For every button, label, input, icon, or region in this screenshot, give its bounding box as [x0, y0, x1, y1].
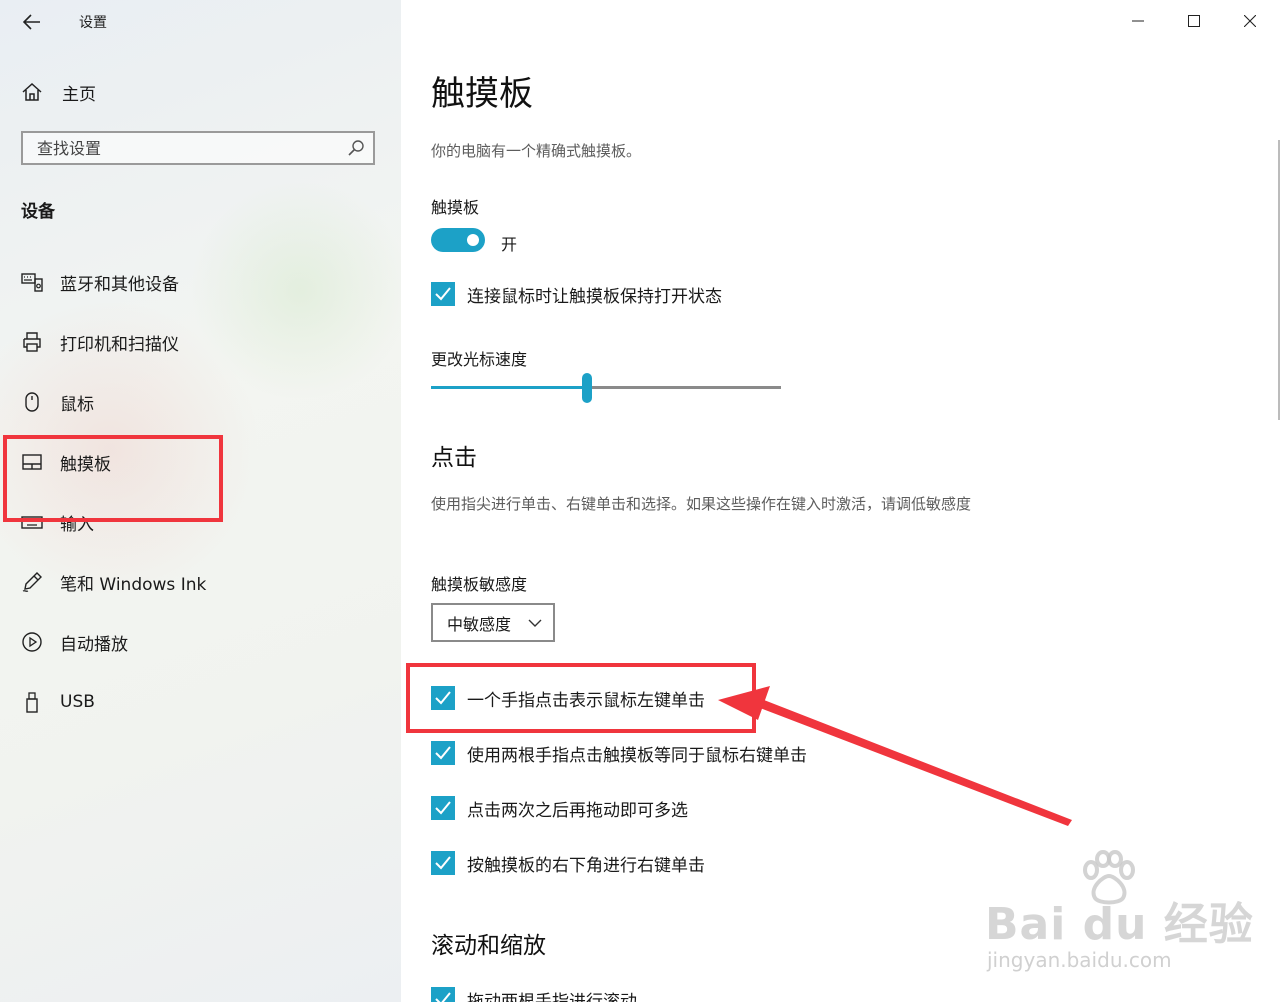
back-button[interactable]	[18, 8, 46, 36]
sidebar-item-label: USB	[60, 692, 95, 712]
pen-icon	[20, 570, 44, 594]
tap-option-label: 使用两根手指点击触摸板等同于鼠标右键单击	[467, 745, 807, 766]
mouse-icon	[20, 390, 44, 414]
scroll-option-label: 拖动两根手指进行滚动	[467, 991, 637, 1002]
annotation-highlight-tap-option	[406, 663, 756, 733]
cursor-speed-label: 更改光标速度	[431, 350, 528, 369]
minimize-button[interactable]	[1110, 0, 1166, 42]
home-icon	[20, 80, 44, 104]
printer-icon	[20, 330, 44, 354]
checkbox-checked[interactable]	[431, 796, 455, 820]
taps-description: 使用指尖进行单击、右键单击和选择。如果这些操作在键入时激活，请调低敏感度	[431, 495, 972, 513]
watermark-brand: Bai du 经验	[985, 899, 1254, 950]
cursor-speed-slider[interactable]	[431, 373, 781, 403]
sidebar-item-pen[interactable]: 笔和 Windows Ink	[20, 562, 206, 602]
sensitivity-dropdown[interactable]: 中敏感度	[431, 603, 555, 642]
page-title: 触摸板	[431, 74, 533, 114]
check-icon	[435, 801, 451, 815]
sidebar-item-usb[interactable]: USB	[20, 682, 95, 722]
sidebar-item-printers[interactable]: 打印机和扫描仪	[20, 322, 179, 362]
check-icon	[435, 992, 451, 1002]
search-icon[interactable]	[347, 139, 365, 157]
sidebar-item-label: 蓝牙和其他设备	[60, 274, 179, 295]
scroll-heading: 滚动和缩放	[431, 933, 546, 959]
checkbox-checked[interactable]	[431, 741, 455, 765]
toggle-knob	[467, 234, 479, 246]
check-icon	[435, 746, 451, 760]
close-icon	[1244, 15, 1256, 27]
usb-icon	[20, 690, 44, 714]
sidebar-home[interactable]: 主页	[20, 76, 96, 108]
touchpad-toggle[interactable]	[431, 228, 485, 252]
tap-option-row[interactable]: 按触摸板的右下角进行右键单击	[431, 850, 705, 876]
slider-thumb[interactable]	[581, 373, 592, 403]
toggle-state-text: 开	[501, 235, 518, 254]
tap-option-label: 点击两次之后再拖动即可多选	[467, 800, 688, 821]
minimize-icon	[1132, 20, 1144, 22]
scroll-option-row[interactable]: 拖动两根手指进行滚动	[431, 986, 637, 1002]
checkbox-checked[interactable]	[431, 851, 455, 875]
section-title: 设备	[21, 202, 55, 222]
check-icon	[435, 856, 451, 870]
scrollbar[interactable]	[1278, 140, 1280, 420]
sidebar-item-autoplay[interactable]: 自动播放	[20, 622, 128, 662]
chevron-down-icon	[528, 619, 542, 627]
search-box[interactable]	[21, 131, 375, 165]
keep-on-label: 连接鼠标时让触摸板保持打开状态	[467, 286, 722, 307]
annotation-highlight-touchpad	[3, 435, 223, 522]
maximize-icon	[1188, 15, 1200, 27]
sidebar-item-label: 自动播放	[60, 634, 128, 655]
maximize-button[interactable]	[1166, 0, 1222, 42]
main-panel: 触摸板 你的电脑有一个精确式触摸板。 触摸板 开 连接鼠标时让触摸板保持打开状态…	[401, 0, 1282, 1002]
keep-on-checkbox-row[interactable]: 连接鼠标时让触摸板保持打开状态	[431, 281, 722, 307]
sensitivity-label: 触摸板敏感度	[431, 575, 528, 594]
sidebar-item-mouse[interactable]: 鼠标	[20, 382, 94, 422]
autoplay-icon	[20, 630, 44, 654]
sidebar-item-bluetooth[interactable]: 蓝牙和其他设备	[20, 262, 179, 302]
app-title: 设置	[79, 15, 107, 31]
tap-option-label: 按触摸板的右下角进行右键单击	[467, 855, 705, 876]
sidebar-home-label: 主页	[62, 84, 96, 105]
tap-option-row[interactable]: 点击两次之后再拖动即可多选	[431, 795, 688, 821]
sensitivity-value: 中敏感度	[447, 614, 512, 634]
check-icon	[435, 287, 451, 301]
search-input[interactable]	[23, 133, 357, 163]
tap-option-row[interactable]: 使用两根手指点击触摸板等同于鼠标右键单击	[431, 740, 807, 766]
checkbox-checked[interactable]	[431, 282, 455, 306]
slider-fill	[431, 386, 587, 389]
touchpad-label: 触摸板	[431, 198, 480, 217]
keyboard-device-icon	[20, 270, 44, 294]
sidebar-item-label: 笔和 Windows Ink	[60, 574, 207, 595]
watermark-url: jingyan.baidu.com	[987, 948, 1172, 972]
close-button[interactable]	[1222, 0, 1278, 42]
back-arrow-icon	[23, 14, 40, 30]
sidebar-item-label: 鼠标	[60, 394, 94, 415]
page-description: 你的电脑有一个精确式触摸板。	[431, 142, 642, 160]
sidebar-item-label: 打印机和扫描仪	[60, 334, 179, 355]
checkbox-checked[interactable]	[431, 987, 455, 1002]
taps-heading: 点击	[431, 445, 477, 471]
